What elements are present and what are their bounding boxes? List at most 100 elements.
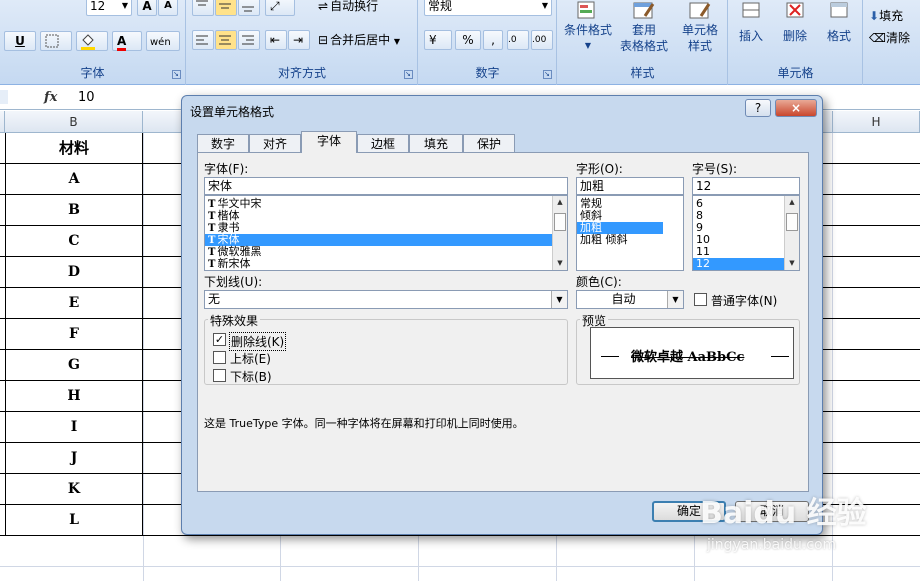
style-input[interactable]: 加粗 <box>576 177 684 195</box>
list-item[interactable]: T 楷体 <box>205 210 567 223</box>
border-button[interactable] <box>40 31 72 51</box>
list-item[interactable]: T 新宋体 <box>205 258 567 271</box>
list-item[interactable]: T 华文中宋 <box>205 198 567 211</box>
cell-styles-label-1: 单元格 <box>681 23 718 37</box>
scroll-thumb[interactable] <box>786 213 798 231</box>
preview-box: 微软卓越 AaBbCc <box>590 327 794 379</box>
cell-b[interactable]: J <box>5 443 143 474</box>
shrink-font-button[interactable]: A <box>158 0 178 16</box>
eraser-icon: ⌫ <box>869 31 886 45</box>
normal-font-checkbox[interactable] <box>694 293 707 306</box>
cell-b[interactable]: 材料 <box>5 133 143 164</box>
scroll-up-icon[interactable]: ▲ <box>553 196 567 209</box>
style-list[interactable]: 常规 倾斜 加粗 加粗 倾斜 <box>576 195 684 271</box>
font-size-combo[interactable]: 12 ▼ <box>86 0 132 16</box>
font-dialog-launcher-icon[interactable]: ↘ <box>172 70 181 79</box>
cell-b[interactable]: F <box>5 319 143 350</box>
subscript-checkbox[interactable] <box>213 369 226 382</box>
cell-b[interactable]: B <box>5 195 143 226</box>
conditional-format-button[interactable]: 条件格式 ▼ <box>560 0 616 60</box>
help-button[interactable]: ? <box>745 99 771 117</box>
size-list[interactable]: 6 8 9 10 11 12 ▲ ▼ <box>692 195 800 271</box>
number-dialog-launcher-icon[interactable]: ↘ <box>543 70 552 79</box>
scroll-thumb[interactable] <box>554 213 566 231</box>
cell-b[interactable]: C <box>5 226 143 257</box>
clear-button[interactable]: ⌫清除 <box>868 28 920 48</box>
cell-b[interactable]: I <box>5 412 143 443</box>
currency-button[interactable]: ¥ <box>424 30 452 50</box>
font-input[interactable]: 宋体 <box>204 177 568 195</box>
tab-fill[interactable]: 填充 <box>409 134 463 153</box>
size-list-scrollbar[interactable]: ▲ ▼ <box>784 196 799 270</box>
list-item[interactable]: T 隶书 <box>205 222 567 235</box>
editing-group: ⬇填充 ⌫清除 <box>864 0 920 85</box>
formula-input[interactable]: 10 <box>78 90 95 105</box>
align-center-icon <box>219 35 231 45</box>
underline-button[interactable]: U <box>4 31 36 51</box>
truetype-icon: T <box>208 199 216 210</box>
orientation-button[interactable]: ⤢ <box>265 0 295 16</box>
align-middle-button[interactable] <box>215 0 237 16</box>
cell-b[interactable]: L <box>5 505 143 536</box>
truetype-icon: T <box>208 211 216 222</box>
column-header-b[interactable]: B <box>5 111 143 133</box>
size-input[interactable]: 12 <box>692 177 800 195</box>
tab-alignment[interactable]: 对齐 <box>249 134 301 153</box>
tab-font[interactable]: 字体 <box>301 131 357 153</box>
cell-b[interactable]: K <box>5 474 143 505</box>
percent-button[interactable]: % <box>455 30 481 50</box>
column-header-h[interactable]: H <box>833 111 920 133</box>
align-center-button[interactable] <box>215 30 237 50</box>
phonetic-button[interactable]: wén <box>146 31 180 51</box>
color-select[interactable]: 自动 ▼ <box>576 290 684 309</box>
cell-b[interactable]: A <box>5 164 143 195</box>
grow-font-button[interactable]: A <box>137 0 157 16</box>
fill-button[interactable]: ⬇填充 <box>868 6 920 26</box>
tab-protection[interactable]: 保护 <box>463 134 515 153</box>
chevron-down-icon[interactable]: ▼ <box>667 291 683 308</box>
column-header-g[interactable] <box>823 111 833 133</box>
comma-button[interactable]: , <box>483 30 503 50</box>
tab-border[interactable]: 边框 <box>357 134 409 153</box>
cell-styles-button[interactable]: 单元格 样式 <box>672 0 728 60</box>
cell-b[interactable]: G <box>5 350 143 381</box>
wrap-text-label: 自动换行 <box>330 0 379 13</box>
superscript-checkbox[interactable] <box>213 351 226 364</box>
insert-function-icon[interactable]: fx <box>44 90 57 105</box>
decrease-indent-button[interactable]: ⇤ <box>265 30 287 50</box>
strikethrough-checkbox[interactable]: ✓ <box>213 333 226 346</box>
scroll-down-icon[interactable]: ▼ <box>553 257 567 270</box>
align-right-button[interactable] <box>238 30 260 50</box>
cell-b[interactable]: D <box>5 257 143 288</box>
insert-cells-button[interactable]: 插入 <box>729 0 773 60</box>
alignment-dialog-launcher-icon[interactable]: ↘ <box>404 70 413 79</box>
font-list-scrollbar[interactable]: ▲ ▼ <box>552 196 567 270</box>
cell-b[interactable]: H <box>5 381 143 412</box>
scroll-up-icon[interactable]: ▲ <box>785 196 799 209</box>
align-left-button[interactable] <box>192 30 214 50</box>
list-item[interactable]: T 微软雅黑 <box>205 246 567 259</box>
chevron-down-icon[interactable]: ▼ <box>551 291 567 308</box>
fill-color-button[interactable] <box>76 31 108 51</box>
format-as-table-button[interactable]: 套用 表格格式 <box>616 0 672 60</box>
font-list[interactable]: T 华文中宋 T 楷体 T 隶书 T 宋体 T 微软雅黑 T 新宋体 ▲ ▼ <box>204 195 568 271</box>
format-cells-button[interactable]: 格式 <box>817 0 861 60</box>
number-format-combo[interactable]: 常规 ▼ <box>424 0 552 16</box>
truetype-icon: T <box>208 247 216 258</box>
increase-decimal-button[interactable]: .0 <box>507 30 529 50</box>
align-bottom-button[interactable] <box>238 0 260 16</box>
delete-cells-button[interactable]: 删除 <box>773 0 817 60</box>
wrap-text-button[interactable]: ⇌ 自动换行 <box>317 0 412 16</box>
list-item[interactable]: 加粗 倾斜 <box>577 234 683 246</box>
increase-indent-button[interactable]: ⇥ <box>288 30 310 50</box>
tab-number[interactable]: 数字 <box>197 134 249 153</box>
close-button[interactable]: × <box>775 99 817 117</box>
merge-center-button[interactable]: ⊟ 合并后居中 ▼ <box>317 30 412 50</box>
align-middle-icon <box>219 3 231 9</box>
cell-b[interactable]: E <box>5 288 143 319</box>
scroll-down-icon[interactable]: ▼ <box>785 257 799 270</box>
underline-select[interactable]: 无 ▼ <box>204 290 568 309</box>
font-color-button[interactable]: A <box>112 31 142 51</box>
decrease-decimal-button[interactable]: .00 <box>531 30 553 50</box>
align-top-button[interactable] <box>192 0 214 16</box>
